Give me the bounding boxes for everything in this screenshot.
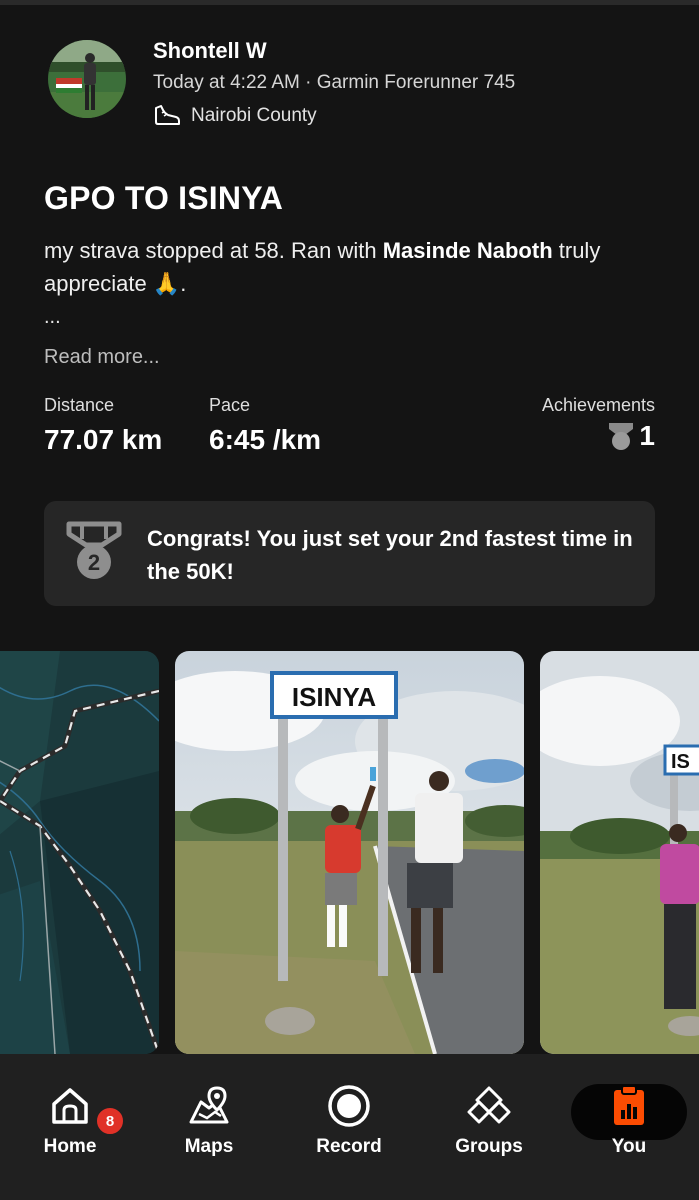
activity-title[interactable]: GPO TO ISINYA: [44, 180, 283, 217]
route-map[interactable]: [0, 651, 159, 1054]
avatar-image: [48, 40, 126, 118]
tab-maps-label: Maps: [184, 1136, 234, 1157]
medal-number: 2: [88, 550, 100, 575]
description-ellipsis: ...: [44, 306, 61, 328]
distance-label: Distance: [44, 395, 115, 415]
pace-value: 6:45 /km: [209, 424, 322, 455]
tab-you[interactable]: You: [569, 1084, 689, 1158]
user-name[interactable]: Shontell W: [153, 38, 267, 64]
silver-medal-icon: 2: [66, 521, 122, 579]
you-clipboard-icon: [614, 1085, 644, 1125]
tab-you-label: You: [611, 1136, 647, 1157]
bottom-nav: Home 8 Maps Record Groups You: [0, 1054, 699, 1200]
record-icon: [328, 1085, 370, 1127]
status-divider: [0, 0, 699, 5]
photo-isinya-sign-2: IS: [540, 651, 699, 1054]
pace-label: Pace: [209, 395, 251, 415]
tab-home-label: Home: [43, 1136, 97, 1157]
sign-text: ISINYA: [292, 682, 377, 712]
tab-maps[interactable]: Maps: [149, 1084, 269, 1158]
activity-meta: Today at 4:22 AM · Garmin Forerunner 745: [153, 72, 516, 93]
distance-value: 77.07 km: [44, 424, 163, 455]
tab-groups-label: Groups: [455, 1136, 523, 1157]
achievements-count[interactable]: 1: [607, 420, 655, 452]
tab-record[interactable]: Record: [289, 1084, 409, 1158]
sign-text-partial: IS: [671, 751, 690, 773]
tab-record-label: Record: [316, 1136, 382, 1157]
location-text: Nairobi County: [191, 105, 317, 126]
tab-groups[interactable]: Groups: [429, 1084, 549, 1158]
notification-badge: 8: [95, 1106, 125, 1136]
tab-home[interactable]: Home 8: [10, 1084, 130, 1158]
medal-icon: [609, 423, 634, 450]
route-map-graphic: [0, 651, 159, 1054]
groups-icon: [467, 1086, 511, 1124]
activity-photo[interactable]: ISINYA: [175, 651, 524, 1054]
run-shoe-icon: [155, 105, 180, 125]
maps-icon: [189, 1086, 229, 1124]
activity-description: my strava stopped at 58. Ran with Masind…: [44, 234, 664, 300]
location-row: Nairobi County: [153, 103, 317, 129]
achievements-value: 1: [639, 420, 655, 451]
photo-isinya-sign: ISINYA: [175, 651, 524, 1054]
achievement-message: Congrats! You just set your 2nd fastest …: [147, 526, 633, 584]
read-more-link[interactable]: Read more...: [44, 346, 160, 369]
achievement-card[interactable]: 2 Congrats! You just set your 2nd fastes…: [44, 501, 655, 606]
tagged-athlete[interactable]: Masinde Naboth: [383, 238, 553, 263]
activity-photo-next[interactable]: IS: [540, 651, 699, 1054]
description-text: my strava stopped at 58. Ran with: [44, 238, 383, 263]
achievements-label: Achievements: [541, 395, 655, 415]
avatar[interactable]: [48, 40, 126, 118]
home-icon: [52, 1088, 88, 1124]
